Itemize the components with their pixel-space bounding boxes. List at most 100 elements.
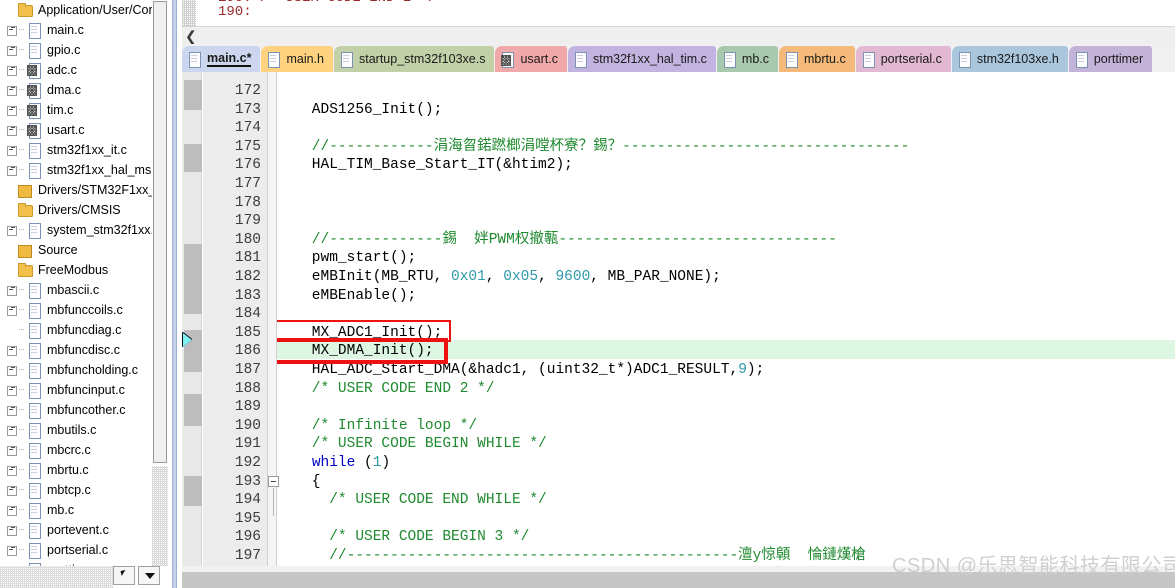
expand-toggle-icon[interactable] bbox=[6, 160, 19, 180]
code-line[interactable]: /* USER CODE END WHILE */ bbox=[277, 491, 547, 509]
tree-item[interactable]: adc.c bbox=[4, 60, 77, 80]
breadcrumb-bar[interactable]: ❮ bbox=[182, 26, 1175, 44]
code-line[interactable]: ADS1256_Init(); bbox=[277, 101, 443, 119]
explorer-footer-buttons[interactable] bbox=[113, 566, 168, 588]
expand-toggle-icon[interactable] bbox=[6, 20, 19, 40]
tree-item[interactable]: portevent.c bbox=[4, 520, 109, 540]
tree-item[interactable]: tim.c bbox=[4, 100, 73, 120]
tree-item[interactable]: Source bbox=[2, 240, 78, 260]
code-line[interactable]: //------------涓海曶鍩蹨榔涓嘡杯寮？錫？-------------… bbox=[277, 138, 909, 156]
code-token: pwm_start(); bbox=[277, 250, 417, 267]
expand-toggle-icon[interactable] bbox=[6, 60, 19, 80]
folder-closed-icon bbox=[17, 182, 33, 198]
expand-toggle-icon[interactable] bbox=[6, 340, 19, 360]
tree-connector bbox=[19, 100, 26, 120]
file-hashed-icon bbox=[26, 82, 42, 99]
expand-toggle-icon[interactable] bbox=[6, 80, 19, 100]
editor-tab[interactable]: mbrtu.c bbox=[779, 46, 855, 72]
code-editor[interactable]: 172 173 174 175 176 177 178 179 180 181 182 183 184 1… bbox=[182, 72, 1175, 572]
code-line[interactable]: { bbox=[277, 473, 321, 491]
tree-item[interactable]: system_stm32f1xx.c bbox=[4, 220, 160, 240]
expand-toggle-icon[interactable] bbox=[6, 420, 19, 440]
tree-item[interactable]: FreeModbus bbox=[2, 260, 108, 280]
tree-item[interactable]: portserial.c bbox=[4, 540, 108, 560]
tree-item[interactable]: mbfuncdiag.c bbox=[4, 320, 121, 340]
expand-toggle-icon[interactable] bbox=[6, 40, 19, 60]
tree-item[interactable]: mbfuncother.c bbox=[4, 400, 126, 420]
tree-item[interactable]: mbtcp.c bbox=[4, 480, 91, 500]
expand-toggle-icon[interactable] bbox=[6, 480, 19, 500]
code-text-area[interactable]: ADS1256_Init(); //------------涓海曶鍩蹨榔涓嘡杯寮… bbox=[277, 72, 1175, 572]
editor-tab-label: stm32f103xe.h bbox=[976, 52, 1059, 66]
tree-item[interactable]: Drivers/CMSIS bbox=[2, 200, 121, 220]
code-line[interactable]: while (1) bbox=[277, 454, 390, 472]
expand-toggle-icon[interactable] bbox=[6, 380, 19, 400]
panel-splitter-bar[interactable] bbox=[172, 0, 177, 588]
editor-tab[interactable]: usart.c bbox=[495, 46, 567, 72]
file-icon bbox=[26, 382, 42, 399]
expand-toggle-icon[interactable] bbox=[6, 140, 19, 160]
code-token: 9 bbox=[738, 362, 747, 378]
editor-tab[interactable]: stm32f103xe.h bbox=[951, 46, 1068, 72]
tree-item[interactable]: mbfunccoils.c bbox=[4, 300, 123, 320]
tree-item[interactable]: Drivers/STM32F1xx_HAL_D bbox=[2, 180, 168, 200]
expand-toggle-icon[interactable] bbox=[6, 280, 19, 300]
expand-toggle-icon[interactable] bbox=[6, 540, 19, 560]
tree-item[interactable]: mbfuncinput.c bbox=[4, 380, 125, 400]
expand-toggle-icon[interactable] bbox=[6, 120, 19, 140]
tree-item[interactable]: stm32f1xx_it.c bbox=[4, 140, 127, 160]
tree-item[interactable]: mbutils.c bbox=[4, 420, 96, 440]
expand-toggle-icon[interactable] bbox=[6, 400, 19, 420]
editor-tab[interactable]: mb.c bbox=[716, 46, 779, 72]
tree-item[interactable]: Application/User/Core bbox=[2, 0, 160, 20]
editor-tab-label: portserial.c bbox=[880, 52, 942, 66]
expand-toggle-icon[interactable] bbox=[6, 460, 19, 480]
editor-tab-bar[interactable]: main.c* main.h startup_stm32f103xe.s usart.… bbox=[182, 44, 1175, 72]
chevron-left-icon[interactable]: ❮ bbox=[185, 28, 197, 44]
tree-item[interactable]: gpio.c bbox=[4, 40, 80, 60]
code-line[interactable]: /* USER CODE BEGIN WHILE */ bbox=[277, 435, 547, 453]
code-line[interactable]: //--------------------------------------… bbox=[277, 547, 866, 565]
expand-toggle-icon[interactable] bbox=[6, 220, 19, 240]
tree-item[interactable]: usart.c bbox=[4, 120, 85, 140]
code-line[interactable]: HAL_TIM_Base_Start_IT(&htim2); bbox=[277, 156, 573, 174]
dropdown-button[interactable] bbox=[138, 566, 160, 585]
explorer-scrollbar-thumb[interactable] bbox=[153, 1, 167, 463]
tree-item[interactable]: mbfuncdisc.c bbox=[4, 340, 120, 360]
tree-item[interactable]: mb.c bbox=[4, 500, 74, 520]
tree-connector bbox=[19, 20, 26, 40]
expand-toggle-icon[interactable] bbox=[6, 440, 19, 460]
expand-toggle-icon[interactable] bbox=[6, 520, 19, 540]
tree-item-label: mbrtu.c bbox=[47, 463, 89, 477]
tree-item[interactable]: mbcrc.c bbox=[4, 440, 91, 460]
editor-tab[interactable]: stm32f1xx_hal_tim.c bbox=[567, 46, 716, 72]
editor-horizontal-scrollbar-thumb[interactable] bbox=[182, 572, 512, 588]
code-line[interactable]: eMBEnable(); bbox=[277, 287, 416, 305]
editor-tab[interactable]: main.c* bbox=[182, 46, 261, 72]
tree-item[interactable]: mbfuncholding.c bbox=[4, 360, 138, 380]
editor-tab[interactable]: porttimer bbox=[1068, 46, 1153, 72]
code-line[interactable]: eMBInit(MB_RTU, 0x01, 0x05, 9600, MB_PAR… bbox=[277, 268, 721, 286]
expand-toggle-icon[interactable] bbox=[6, 300, 19, 320]
tree-item[interactable]: dma.c bbox=[4, 80, 81, 100]
tree-item[interactable]: mbascii.c bbox=[4, 280, 99, 300]
expand-toggle-icon[interactable] bbox=[6, 500, 19, 520]
change-marker bbox=[184, 394, 202, 426]
editor-tab[interactable]: portserial.c bbox=[855, 46, 951, 72]
code-line[interactable]: /* Infinite loop */ bbox=[277, 417, 477, 435]
code-token: , bbox=[485, 269, 504, 285]
expand-toggle-icon[interactable] bbox=[6, 360, 19, 380]
tree-item[interactable]: mbrtu.c bbox=[4, 460, 89, 480]
tree-item[interactable]: main.c bbox=[4, 20, 84, 40]
fold-gutter[interactable] bbox=[267, 72, 279, 572]
editor-tab[interactable]: startup_stm32f103xe.s bbox=[334, 46, 495, 72]
expand-toggle-icon[interactable] bbox=[6, 100, 19, 120]
pointer-button[interactable] bbox=[113, 566, 135, 585]
tree-item[interactable]: stm32f1xx_hal_msp.c bbox=[4, 160, 168, 180]
code-line[interactable]: /* USER CODE BEGIN 3 */ bbox=[277, 528, 529, 546]
code-line[interactable]: /* USER CODE END 2 */ bbox=[277, 380, 495, 398]
editor-tab[interactable]: main.h bbox=[261, 46, 333, 72]
code-line[interactable]: //-------------錫 姅PWM权撤甎----------------… bbox=[277, 231, 837, 249]
code-line[interactable]: pwm_start(); bbox=[277, 249, 416, 267]
